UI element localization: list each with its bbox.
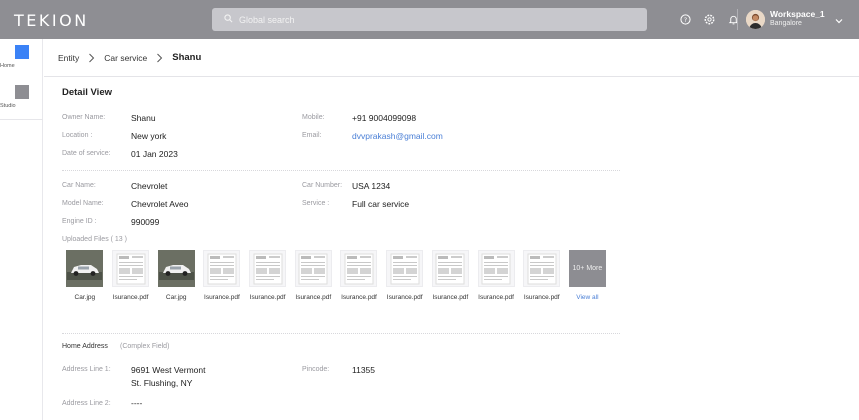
pdf-file-icon bbox=[249, 250, 287, 287]
pdf-file-icon bbox=[477, 250, 515, 287]
uploaded-files-label: Uploaded Files ( 13 ) bbox=[62, 236, 127, 243]
pdf-file-icon bbox=[112, 250, 150, 287]
file-name: Isurance.pdf bbox=[386, 294, 423, 301]
file-name: Isurance.pdf bbox=[112, 294, 149, 301]
file-name: Isurance.pdf bbox=[432, 294, 469, 301]
more-files-tile[interactable]: 10+ More View all bbox=[565, 250, 611, 301]
pdf-file-icon bbox=[340, 250, 378, 287]
pdf-file-icon bbox=[203, 250, 241, 287]
email-label: Email: bbox=[302, 132, 322, 139]
nav-item-label: Studio bbox=[0, 103, 16, 109]
file-name: Isurance.pdf bbox=[341, 294, 377, 301]
car-number-value: USA 1234 bbox=[352, 181, 391, 191]
file-thumbnail[interactable]: Isurance.pdf bbox=[428, 250, 474, 301]
engine-id-value: 990099 bbox=[131, 217, 160, 227]
help-icon[interactable]: ? bbox=[678, 12, 692, 26]
left-nav: Home Studio bbox=[0, 39, 43, 420]
car-image-preview bbox=[157, 250, 195, 287]
tekion-logo[interactable]: TEKION bbox=[14, 11, 89, 30]
file-thumbnail[interactable]: Isurance.pdf bbox=[336, 250, 382, 301]
pdf-file-icon bbox=[523, 250, 561, 287]
address-line-2-label: Address Line 2: bbox=[62, 400, 111, 407]
date-of-service-label: Date of service: bbox=[62, 150, 111, 157]
pdf-file-icon bbox=[386, 250, 424, 287]
pdf-file-icon bbox=[431, 250, 469, 287]
svg-text:?: ? bbox=[683, 15, 686, 23]
settings-icon[interactable] bbox=[702, 12, 716, 26]
chevron-right-icon bbox=[156, 53, 163, 63]
divider bbox=[737, 9, 738, 30]
home-icon bbox=[14, 45, 29, 59]
file-name: Isurance.pdf bbox=[478, 294, 514, 301]
car-name-value: Chevrolet bbox=[131, 181, 168, 191]
uploaded-files-list: Car.jpg Isurance.pdf Car.jpg Isurance.pdf Is… bbox=[62, 250, 610, 301]
service-value: Full car service bbox=[352, 199, 410, 209]
nav-item-label: Home bbox=[0, 63, 15, 69]
breadcrumb: Entity Car service Shanu bbox=[44, 39, 859, 77]
chevron-down-icon[interactable] bbox=[834, 13, 844, 31]
owner-name-value: Shanu bbox=[131, 113, 156, 123]
file-name: Isurance.pdf bbox=[523, 294, 560, 301]
file-thumbnail[interactable]: Isurance.pdf bbox=[245, 250, 291, 301]
address-line-1-street: 9691 West Vermont bbox=[131, 365, 206, 375]
file-thumbnail[interactable]: Car.jpg bbox=[62, 250, 108, 301]
workspace-location: Bangalore bbox=[770, 20, 802, 27]
address-line-2-value: ---- bbox=[131, 398, 143, 408]
owner-name-label: Owner Name: bbox=[62, 114, 106, 121]
file-thumbnail[interactable]: Isurance.pdf bbox=[290, 250, 336, 301]
location-label: Location : bbox=[62, 132, 93, 139]
file-thumbnail[interactable]: Isurance.pdf bbox=[382, 250, 428, 301]
pdf-file-icon bbox=[294, 250, 332, 287]
file-thumbnail[interactable]: Isurance.pdf bbox=[473, 250, 519, 301]
pincode-value: 11355 bbox=[352, 365, 376, 375]
car-name-label: Car Name: bbox=[62, 182, 96, 189]
complex-field-tag: (Complex Field) bbox=[120, 343, 170, 350]
nav-item-home[interactable]: Home bbox=[0, 39, 43, 78]
chevron-right-icon bbox=[88, 53, 95, 63]
email-link[interactable]: dvvprakash@gmail.com bbox=[352, 131, 443, 141]
file-name: Car.jpg bbox=[165, 294, 187, 301]
top-bar: TEKION Global search ? Workspace_1 Banga… bbox=[0, 0, 859, 39]
service-label: Service : bbox=[302, 200, 330, 207]
nav-item-studio[interactable]: Studio bbox=[0, 79, 43, 118]
date-of-service-value: 01 Jan 2023 bbox=[131, 149, 178, 159]
breadcrumb-current: Shanu bbox=[172, 52, 202, 63]
file-name: Isurance.pdf bbox=[204, 294, 240, 301]
engine-id-label: Engine ID : bbox=[62, 218, 97, 225]
divider bbox=[62, 170, 620, 171]
file-thumbnail[interactable]: Isurance.pdf bbox=[108, 250, 154, 301]
more-files-count: 10+ More bbox=[568, 250, 606, 287]
breadcrumb-entity[interactable]: Entity bbox=[58, 53, 79, 63]
file-name: Car.jpg bbox=[74, 294, 96, 301]
file-thumbnail[interactable]: Car.jpg bbox=[153, 250, 199, 301]
studio-icon bbox=[14, 85, 29, 99]
model-name-label: Model Name: bbox=[62, 200, 104, 207]
file-name: Isurance.pdf bbox=[249, 294, 286, 301]
avatar[interactable] bbox=[746, 10, 765, 29]
divider bbox=[0, 119, 43, 120]
divider bbox=[62, 333, 620, 334]
home-address-label: Home Address bbox=[62, 343, 108, 350]
page-title: Detail View bbox=[62, 87, 112, 98]
mobile-value: +91 9004099098 bbox=[352, 113, 417, 123]
view-all-link[interactable]: View all bbox=[565, 294, 611, 301]
address-line-1-label: Address Line 1: bbox=[62, 366, 111, 373]
car-image-preview bbox=[66, 250, 104, 287]
breadcrumb-car-service[interactable]: Car service bbox=[104, 53, 147, 63]
global-search-input[interactable]: Global search bbox=[212, 8, 647, 31]
file-thumbnail[interactable]: Isurance.pdf bbox=[519, 250, 565, 301]
file-thumbnail[interactable]: Isurance.pdf bbox=[199, 250, 245, 301]
file-name: Isurance.pdf bbox=[295, 294, 332, 301]
pincode-label: Pincode: bbox=[302, 366, 330, 373]
search-placeholder: Global search bbox=[239, 14, 295, 25]
car-number-label: Car Number: bbox=[302, 182, 343, 189]
model-name-value: Chevrolet Aveo bbox=[131, 199, 189, 209]
search-icon bbox=[224, 14, 239, 25]
address-line-1-city: St. Flushing, NY bbox=[131, 378, 193, 388]
mobile-label: Mobile: bbox=[302, 114, 325, 121]
workspace-name[interactable]: Workspace_1 bbox=[770, 9, 825, 19]
location-value: New york bbox=[131, 131, 167, 141]
